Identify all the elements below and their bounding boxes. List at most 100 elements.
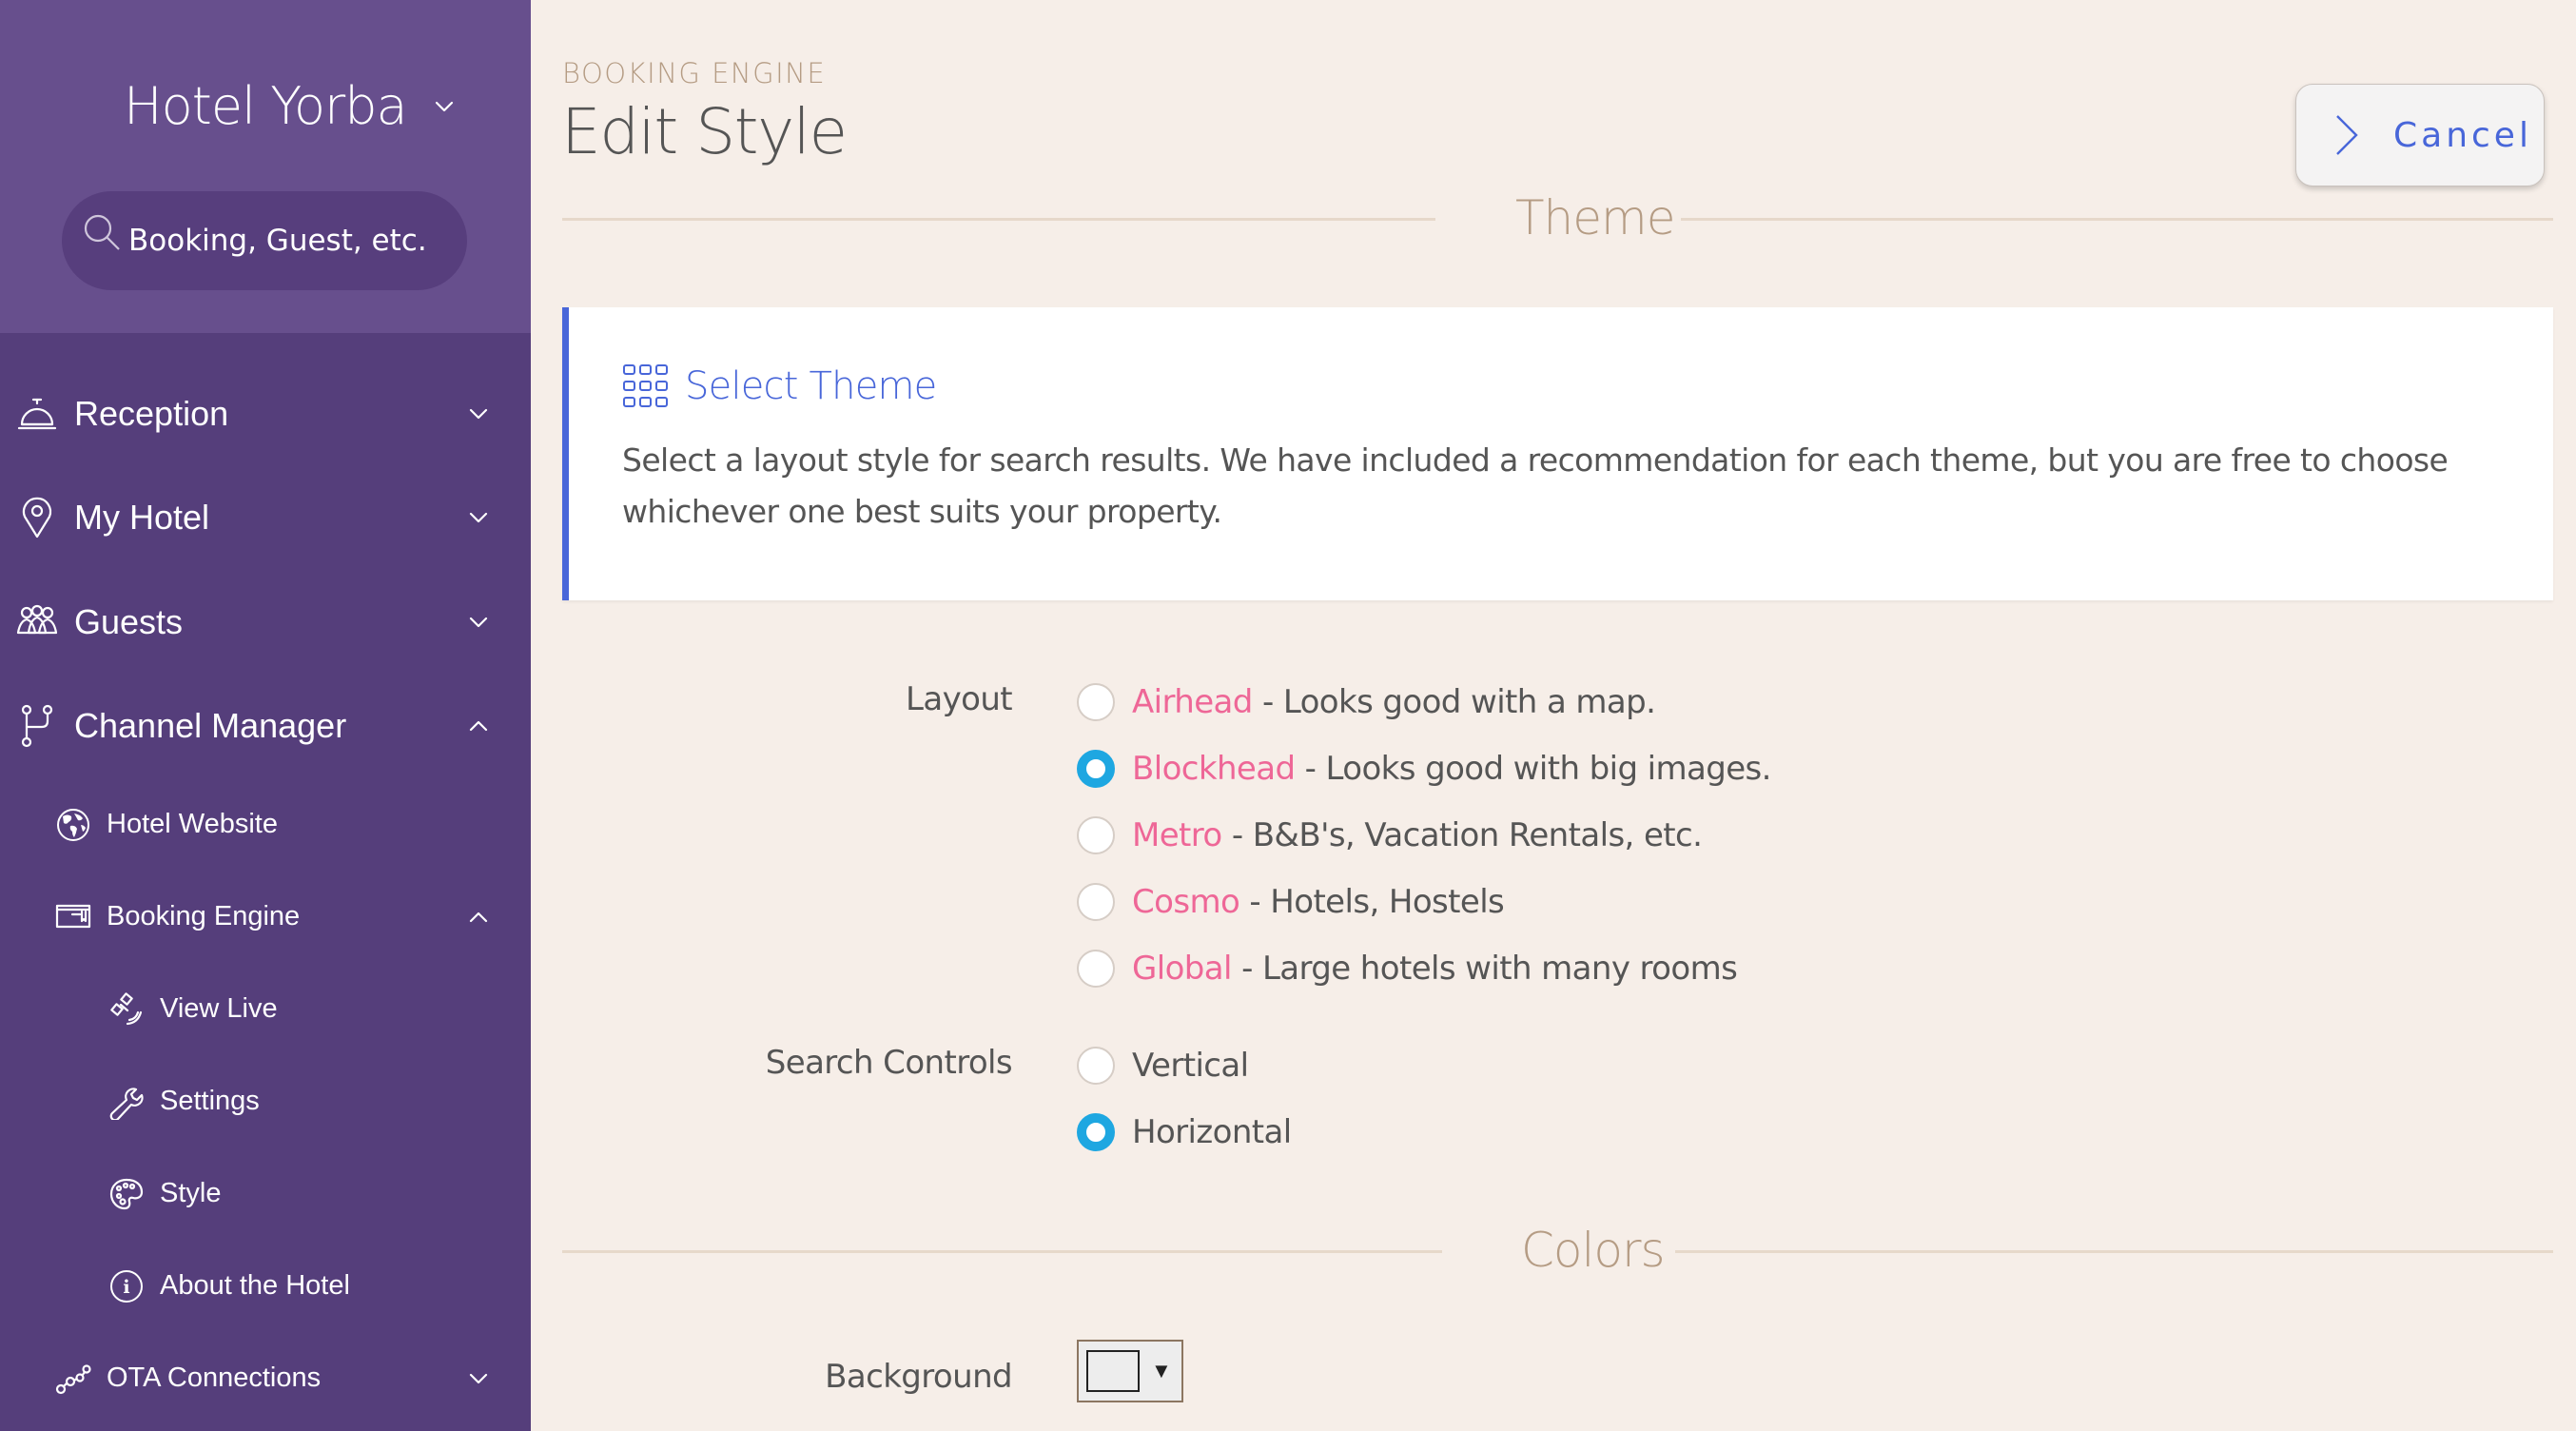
chevron-right-icon xyxy=(2336,115,2358,155)
sidebar-item-style[interactable]: Style xyxy=(0,1147,531,1240)
radio-option-cosmo[interactable]: Cosmo - Hotels, Hostels xyxy=(1077,883,1505,921)
sidebar-item-guests[interactable]: Guests xyxy=(0,570,531,675)
option-description: - B&B's, Vacation Rentals, etc. xyxy=(1221,816,1703,854)
sidebar-item-view-live[interactable]: View Live xyxy=(0,963,531,1055)
page-title: Edit Style xyxy=(561,95,848,168)
sidebar-header: Hotel Yorba xyxy=(0,0,531,333)
sidebar-nav: Reception My Hotel Guests Channel Manage… xyxy=(0,362,531,1424)
sidebar-item-label: About the Hotel xyxy=(160,1270,350,1301)
option-name: Metro xyxy=(1132,816,1222,854)
radio-button[interactable] xyxy=(1077,683,1115,721)
dropdown-caret-icon: ▼ xyxy=(1151,1359,1172,1382)
option-description: - Large hotels with many rooms xyxy=(1231,950,1738,988)
select-theme-info-box: Select Theme Select a layout style for s… xyxy=(562,307,2553,600)
color-swatch xyxy=(1086,1350,1140,1392)
radio-button[interactable] xyxy=(1077,1113,1115,1151)
divider-line xyxy=(562,1250,1442,1253)
sidebar-item-label: Channel Manager xyxy=(74,706,347,746)
sidebar-item-label: Guests xyxy=(74,601,184,641)
main-content: BOOKING ENGINE Edit Style Cancel Theme S… xyxy=(531,0,2576,1431)
sidebar-item-label: OTA Connections xyxy=(107,1362,322,1393)
nodes-icon xyxy=(55,1363,91,1394)
info-description: Select a layout style for search results… xyxy=(622,441,2449,530)
radio-option-vertical[interactable]: Vertical xyxy=(1077,1047,1249,1085)
option-name: Airhead xyxy=(1132,683,1253,721)
section-divider-theme: Theme xyxy=(562,190,2553,247)
hotel-switcher[interactable]: Hotel Yorba xyxy=(124,76,455,136)
sidebar: Hotel Yorba Reception My Hotel Guests xyxy=(0,0,531,1431)
radio-option-airhead[interactable]: Airhead - Looks good with a map. xyxy=(1077,683,1656,721)
sidebar-item-my-hotel[interactable]: My Hotel xyxy=(0,466,531,571)
radio-button[interactable] xyxy=(1077,950,1115,988)
section-title-colors: Colors xyxy=(1521,1223,1666,1278)
search-icon xyxy=(84,214,120,250)
sidebar-item-label: Booking Engine xyxy=(107,901,301,931)
search-input[interactable] xyxy=(128,224,452,258)
option-description: - Looks good with a map. xyxy=(1252,683,1656,721)
radio-label: Vertical xyxy=(1132,1047,1249,1085)
radio-label: Metro - B&B's, Vacation Rentals, etc. xyxy=(1132,816,1703,854)
background-color-picker[interactable]: ▼ xyxy=(1077,1340,1183,1402)
sidebar-item-ota-connections[interactable]: OTA Connections xyxy=(0,1332,531,1424)
radio-option-horizontal[interactable]: Horizontal xyxy=(1077,1113,1292,1151)
users-icon xyxy=(16,604,58,634)
chevron-down-icon xyxy=(435,101,453,111)
divider-line xyxy=(562,218,1435,221)
grid-icon xyxy=(623,364,668,407)
svg-text:i: i xyxy=(123,1277,129,1298)
sidebar-item-label: Settings xyxy=(160,1086,260,1116)
radio-button[interactable] xyxy=(1077,1047,1115,1085)
radio-button[interactable] xyxy=(1077,750,1115,788)
chevron-up-icon xyxy=(469,912,488,922)
sidebar-item-label: View Live xyxy=(160,993,278,1024)
option-name: Blockhead xyxy=(1132,750,1296,788)
option-name: Horizontal xyxy=(1132,1113,1292,1151)
globe-icon xyxy=(57,808,89,841)
chevron-down-icon xyxy=(469,1373,488,1383)
info-title: Select Theme xyxy=(685,364,937,408)
radio-label: Airhead - Looks good with a map. xyxy=(1132,683,1656,721)
divider-line xyxy=(1675,1250,2553,1253)
sidebar-item-hotel-website[interactable]: Hotel Website xyxy=(0,778,531,871)
breadcrumb: BOOKING ENGINE xyxy=(562,57,827,89)
map-pin-icon xyxy=(22,497,52,539)
search-box[interactable] xyxy=(62,191,467,290)
radio-label: Global - Large hotels with many rooms xyxy=(1132,950,1738,988)
satellite-icon xyxy=(110,991,143,1025)
search-controls-label: Search Controls xyxy=(765,1044,1013,1082)
radio-button[interactable] xyxy=(1077,816,1115,854)
info-icon: i xyxy=(110,1269,143,1303)
sidebar-item-label: Reception xyxy=(74,393,229,433)
section-divider-colors: Colors xyxy=(562,1223,2553,1280)
sidebar-item-reception[interactable]: Reception xyxy=(0,362,531,466)
radio-option-global[interactable]: Global - Large hotels with many rooms xyxy=(1077,950,1738,988)
bell-icon xyxy=(17,398,57,429)
hotel-name: Hotel Yorba xyxy=(124,76,408,136)
option-name: Cosmo xyxy=(1132,883,1240,921)
radio-label: Blockhead - Looks good with big images. xyxy=(1132,750,1771,788)
radio-option-blockhead[interactable]: Blockhead - Looks good with big images. xyxy=(1077,750,1771,788)
radio-button[interactable] xyxy=(1077,883,1115,921)
cancel-button[interactable]: Cancel xyxy=(2295,84,2545,186)
radio-label: Horizontal xyxy=(1132,1113,1292,1151)
sidebar-item-label: My Hotel xyxy=(74,498,210,538)
radio-label: Cosmo - Hotels, Hostels xyxy=(1132,883,1505,921)
sidebar-item-channel-manager[interactable]: Channel Manager xyxy=(0,675,531,779)
branch-icon xyxy=(21,705,53,748)
sidebar-item-label: Style xyxy=(160,1178,222,1208)
section-title-theme: Theme xyxy=(1515,190,1675,245)
layout-label: Layout xyxy=(906,680,1013,718)
cancel-label: Cancel xyxy=(2393,115,2532,155)
browser-window-icon xyxy=(55,904,91,928)
option-description: - Hotels, Hostels xyxy=(1239,883,1505,921)
sidebar-item-settings[interactable]: Settings xyxy=(0,1055,531,1147)
chevron-down-icon xyxy=(469,408,488,419)
option-name: Global xyxy=(1132,950,1232,988)
radio-option-metro[interactable]: Metro - B&B's, Vacation Rentals, etc. xyxy=(1077,816,1703,854)
sidebar-item-label: Hotel Website xyxy=(107,809,278,839)
chevron-down-icon xyxy=(469,617,488,627)
option-name: Vertical xyxy=(1132,1047,1249,1085)
sidebar-item-about-the-hotel[interactable]: i About the Hotel xyxy=(0,1240,531,1332)
sidebar-item-booking-engine[interactable]: Booking Engine xyxy=(0,871,531,963)
wrench-icon xyxy=(109,1087,144,1120)
